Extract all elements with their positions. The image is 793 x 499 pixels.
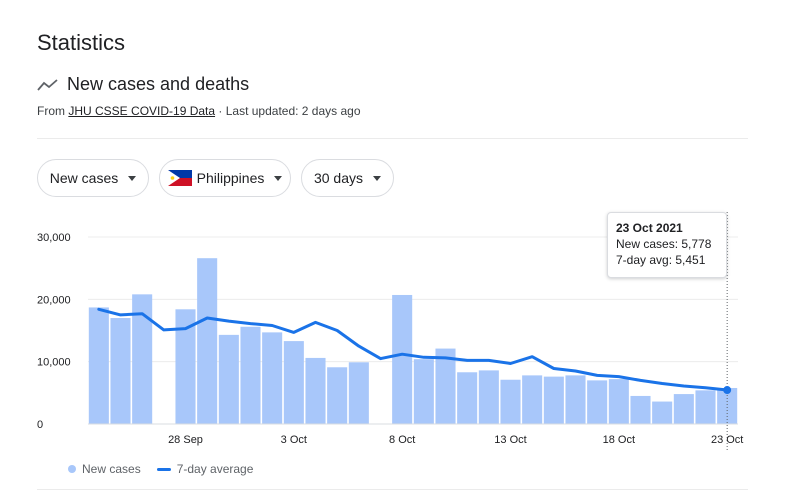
bar xyxy=(327,367,348,424)
highlight-point xyxy=(723,386,732,395)
bar xyxy=(630,395,651,424)
x-tick-label: 13 Oct xyxy=(494,434,526,446)
bar xyxy=(457,372,478,424)
bar xyxy=(673,394,694,424)
bar xyxy=(283,341,304,424)
chart-tooltip: 23 Oct 2021 New cases: 5,778 7-day avg: … xyxy=(607,212,727,278)
legend-bars-label: New cases xyxy=(82,462,141,476)
bar xyxy=(240,326,261,424)
tooltip-new-cases: New cases: 5,778 xyxy=(616,237,712,251)
bar xyxy=(392,294,413,424)
bar xyxy=(262,332,283,424)
bar xyxy=(522,375,543,424)
bar xyxy=(88,307,109,424)
x-tick-label: 8 Oct xyxy=(389,434,415,446)
bar xyxy=(110,318,131,424)
bar xyxy=(305,357,326,424)
bar xyxy=(413,359,434,424)
x-tick-label: 28 Sep xyxy=(168,434,203,446)
legend-line-label: 7-day average xyxy=(176,462,254,476)
y-tick-label: 20,000 xyxy=(37,294,71,306)
x-tick-label: 18 Oct xyxy=(603,434,635,446)
bar xyxy=(608,379,629,424)
y-tick-label: 30,000 xyxy=(37,232,71,244)
bar xyxy=(197,258,218,424)
y-tick-label: 0 xyxy=(37,419,43,431)
bar xyxy=(478,370,499,424)
bar xyxy=(218,334,239,424)
divider xyxy=(37,489,748,490)
bar xyxy=(500,379,521,424)
bar xyxy=(652,401,673,424)
legend-bar-swatch xyxy=(68,465,76,473)
bar xyxy=(348,362,369,424)
tooltip-date: 23 Oct 2021 xyxy=(616,221,683,235)
legend-line-swatch xyxy=(156,467,171,471)
x-tick-label: 3 Oct xyxy=(281,434,307,446)
bar xyxy=(565,375,586,424)
bar xyxy=(695,390,716,424)
bar xyxy=(587,380,608,424)
y-tick-label: 10,000 xyxy=(37,357,71,369)
bar xyxy=(543,376,564,424)
chart-legend: New cases 7-day average xyxy=(68,462,253,476)
tooltip-average: 7-day avg: 5,451 xyxy=(616,253,706,267)
x-tick-label: 23 Oct xyxy=(711,434,743,446)
